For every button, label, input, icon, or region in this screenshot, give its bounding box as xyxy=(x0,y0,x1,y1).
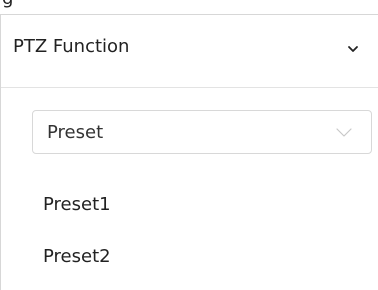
top-clipped-text-area: g xyxy=(0,0,378,14)
ptz-function-panel: PTZ Function Preset Preset1 Preset2 xyxy=(0,14,378,290)
panel-title: PTZ Function xyxy=(13,36,130,57)
preset-select[interactable]: Preset xyxy=(32,110,372,154)
select-chevron-down-icon xyxy=(336,128,352,137)
preset-item-1[interactable]: Preset1 xyxy=(43,193,111,217)
preset-item-2[interactable]: Preset2 xyxy=(43,245,111,269)
chevron-down-icon[interactable] xyxy=(345,43,361,55)
preset-select-value: Preset xyxy=(47,122,104,143)
ptz-function-window: g PTZ Function Preset Preset1 Preset2 xyxy=(0,0,378,290)
ptz-function-header[interactable]: PTZ Function xyxy=(1,15,378,88)
top-clipped-text: g xyxy=(2,0,13,8)
